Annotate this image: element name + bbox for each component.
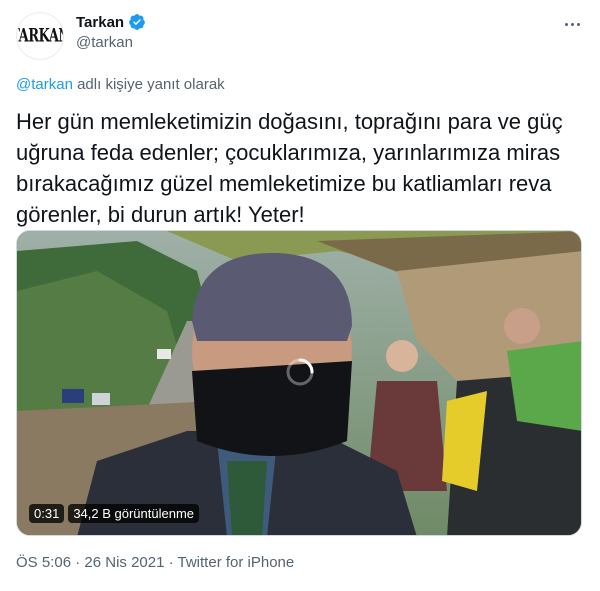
tweet-text: Her gün memleketimizin doğasını, toprağı… (16, 109, 563, 227)
meta-separator: · (71, 554, 85, 571)
tweet-time[interactable]: ÖS 5:06 (16, 554, 71, 571)
tweet-source[interactable]: Twitter for iPhone (178, 554, 295, 571)
reply-suffix: adlı kişiye yanıt olarak (72, 76, 225, 93)
reply-context: @tarkan adlı kişiye yanıt olarak (16, 76, 225, 93)
more-options-icon[interactable] (562, 14, 582, 34)
video-views: 34,2 B görüntülenme (68, 504, 200, 523)
video-duration: 0:31 (29, 504, 65, 523)
verified-badge-icon (129, 14, 145, 30)
tweet-card: TARKAN Tarkan @tarkan @tarkan adlı kişiy… (0, 0, 600, 591)
meta-separator-2: · (164, 554, 178, 571)
author-name-row: Tarkan (76, 13, 146, 31)
avatar[interactable]: TARKAN (16, 12, 64, 60)
video-player[interactable]: 0:31 34,2 B görüntülenme (16, 230, 582, 536)
video-badges: 0:31 34,2 B görüntülenme (29, 504, 200, 523)
loading-spinner-icon (286, 358, 314, 386)
author-display-name[interactable]: Tarkan (76, 14, 124, 31)
tweet-date[interactable]: 26 Nis 2021 (84, 554, 164, 571)
tweet-meta: ÖS 5:06 · 26 Nis 2021 · Twitter for iPho… (16, 554, 294, 571)
avatar-logo: TARKAN (17, 25, 63, 47)
reply-mention-link[interactable]: @tarkan (16, 76, 73, 93)
author-handle[interactable]: @tarkan (76, 34, 133, 51)
